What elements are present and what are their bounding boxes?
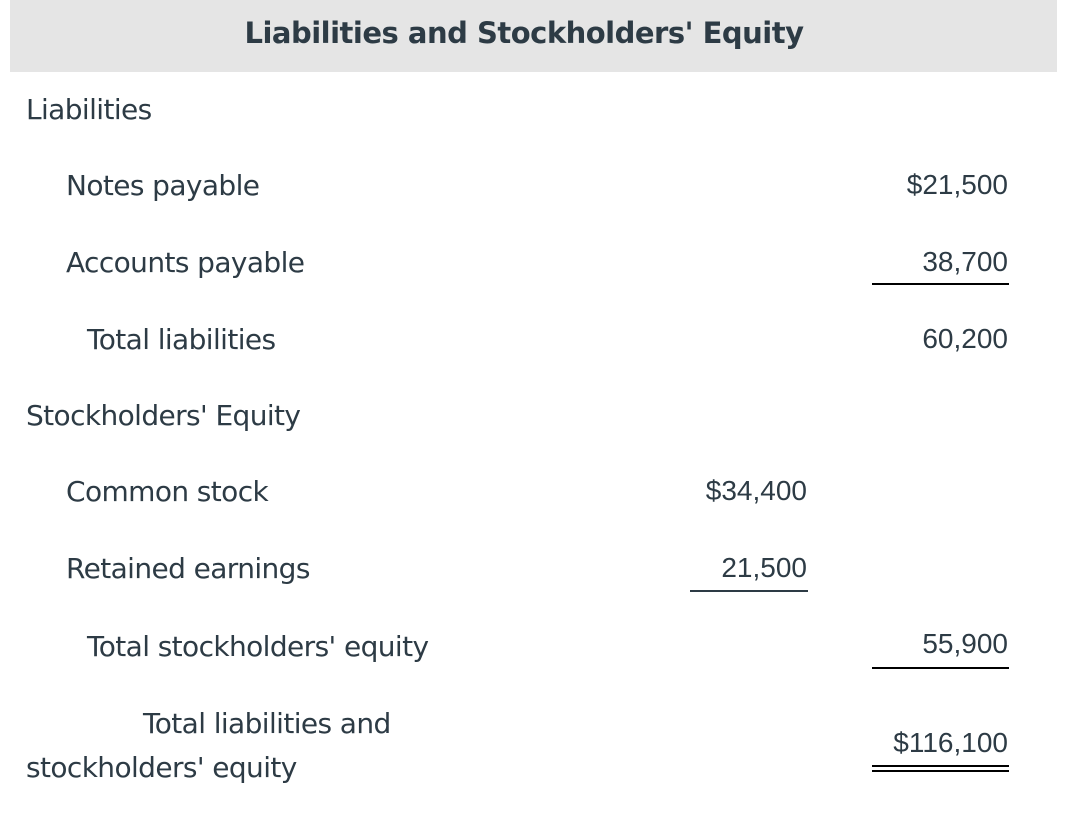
total-equity-label: Total stockholders' equity [87,630,429,663]
grand-total-amount: $116,100 [893,727,1008,758]
double-underline [872,765,1009,772]
subtotal-underline [872,283,1009,285]
retained-earnings-amount: 21,500 [721,552,807,583]
retained-earnings-label: Retained earnings [66,552,310,585]
liabilities-heading: Liabilities [26,93,152,126]
subtotal-underline [872,667,1009,669]
subtotal-underline [690,590,808,592]
common-stock-label: Common stock [66,475,269,508]
common-stock-amount: $34,400 [705,475,807,506]
accounts-payable-label: Accounts payable [66,246,305,279]
total-liabilities-amount: 60,200 [922,323,1008,354]
statement-title: Liabilities and Stockholders' Equity [244,16,804,50]
total-liabilities-label: Total liabilities [87,323,276,356]
equity-heading: Stockholders' Equity [26,399,301,432]
accounts-payable-amount: 38,700 [922,246,1008,277]
notes-payable-label: Notes payable [66,169,260,202]
grand-total-label-line2: stockholders' equity [26,751,297,784]
grand-total-label-line1: Total liabilities and [143,707,391,740]
total-equity-amount: 55,900 [922,628,1008,659]
notes-payable-amount: $21,500 [906,169,1008,200]
